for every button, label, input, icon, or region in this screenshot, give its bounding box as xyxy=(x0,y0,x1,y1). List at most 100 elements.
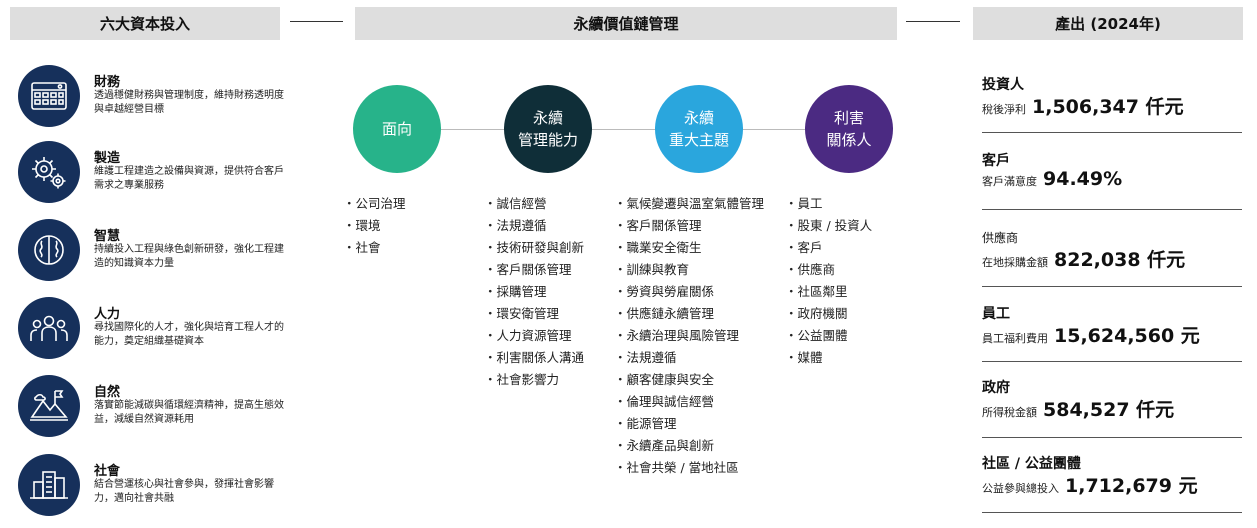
circle-label: 關係人 xyxy=(826,131,872,149)
circle-label: 永續 xyxy=(532,109,563,127)
capital-desc: 落實節能減碳與循環經濟精神，提高生態效益，減緩自然資源耗用 xyxy=(94,400,284,425)
output-metric: 稅後淨利 1,506,347 仟元 xyxy=(982,92,1184,119)
capital-title: 社會 xyxy=(94,464,121,479)
output-metric: 公益參與總投入 1,712,679 元 xyxy=(982,471,1198,498)
inputs-header: 六大資本投入 xyxy=(10,7,280,40)
output-value: 822,038 仟元 xyxy=(1054,249,1186,271)
list-item: 誠信經營 xyxy=(484,193,584,215)
list-item: 供應商 xyxy=(785,259,872,281)
list-item: 訓練與教育 xyxy=(614,259,764,281)
calculator-icon xyxy=(18,65,80,127)
capital-desc: 維護工程建造之設備與資源，提供符合客戶需求之專業服務 xyxy=(94,166,284,191)
list-item: 社會 xyxy=(343,237,406,259)
circle-connector xyxy=(400,129,860,130)
list-item: 環境 xyxy=(343,215,406,237)
list-item: 客戶關係管理 xyxy=(614,215,764,237)
capital-desc: 透過穩健財務與管理制度，維持財務透明度與卓越經營目標 xyxy=(94,90,284,115)
list-item: 能源管理 xyxy=(614,413,764,435)
capital-title: 智慧 xyxy=(94,229,121,244)
capital-desc: 持續投入工程與綠色創新研發，強化工程建造的知識資本力量 xyxy=(94,244,284,269)
list-item: 採購管理 xyxy=(484,281,584,303)
list-item: 人力資源管理 xyxy=(484,325,584,347)
output-divider xyxy=(982,512,1242,513)
circle-aspects: 面向 xyxy=(353,85,441,173)
list-item: 股東 / 投資人 xyxy=(785,215,873,237)
list-item: 永續產品與創新 xyxy=(614,435,764,457)
list-item: 技術研發與創新 xyxy=(484,237,585,259)
list-item: 社區鄰里 xyxy=(785,281,872,303)
capital-human: 人力 尋找國際化的人才，強化與培育工程人才的能力，奠定組織基礎資本 xyxy=(18,297,290,361)
list-item: 公益團體 xyxy=(785,325,872,347)
output-metric: 客戶滿意度 94.49% xyxy=(982,168,1122,190)
list-item: 公司治理 xyxy=(343,193,406,215)
list-item: 氣候變遷與溫室氣體管理 xyxy=(614,193,765,215)
output-metric: 所得稅金額 584,527 仟元 xyxy=(982,395,1174,422)
list-item: 顧客健康與安全 xyxy=(614,369,764,391)
list-item: 法規遵循 xyxy=(484,215,584,237)
output-label: 所得稅金額 xyxy=(982,406,1037,419)
output-label: 稅後淨利 xyxy=(982,103,1026,116)
capital-desc: 尋找國際化的人才，強化與培育工程人才的能力，奠定組織基礎資本 xyxy=(94,322,284,347)
list-item: 媒體 xyxy=(785,347,872,369)
output-value: 1,506,347 仟元 xyxy=(1032,96,1184,118)
output-label: 在地採購金額 xyxy=(982,256,1048,269)
list-item: 社會共榮 / 當地社區 xyxy=(614,457,764,479)
inputs-header-label: 六大資本投入 xyxy=(99,15,190,33)
output-name: 政府 xyxy=(982,380,1010,396)
capital-desc: 結合營運核心與社會參與，發揮社會影響力，邁向社會共融 xyxy=(94,479,274,504)
list-item: 社會影響力 xyxy=(484,369,584,391)
topics-list: 氣候變遷與溫室氣體管理客戶關係管理職業安全衛生訓練與教育勞資與勞雇關係供應鏈永續… xyxy=(614,193,765,479)
aspects-list: 公司治理環境社會 xyxy=(343,193,406,259)
list-item: 倫理與誠信經營 xyxy=(614,391,764,413)
output-divider xyxy=(982,132,1242,133)
output-value: 1,712,679 元 xyxy=(1065,475,1198,497)
list-item: 員工 xyxy=(785,193,872,215)
output-name: 投資人 xyxy=(982,77,1024,93)
output-divider xyxy=(982,361,1242,362)
list-item: 法規遵循 xyxy=(614,347,764,369)
list-item: 職業安全衛生 xyxy=(614,237,764,259)
output-label: 員工福利費用 xyxy=(982,332,1048,345)
output-value: 15,624,560 元 xyxy=(1054,325,1200,347)
buildings-icon xyxy=(18,454,80,516)
output-divider xyxy=(982,437,1242,438)
capital-title: 自然 xyxy=(94,385,121,400)
output-name: 社區 / 公益團體 xyxy=(982,456,1081,472)
capital-social: 社會 結合營運核心與社會參與，發揮社會影響力，邁向社會共融 xyxy=(18,454,290,518)
output-name: 客戶 xyxy=(982,153,1010,169)
outputs-panel: 投資人 稅後淨利 1,506,347 仟元 客戶 客戶滿意度 94.49% 供應商 在地採購金… xyxy=(982,0,1242,528)
mountain-icon xyxy=(18,375,80,437)
circle-label: 管理能力 xyxy=(517,131,578,149)
capital-title: 製造 xyxy=(94,151,121,166)
connector-line-left xyxy=(290,21,343,22)
circle-label: 永續 xyxy=(683,109,714,127)
circle-label: 利害 xyxy=(833,109,864,127)
output-label: 客戶滿意度 xyxy=(982,175,1037,188)
output-metric: 員工福利費用 15,624,560 元 xyxy=(982,321,1200,348)
output-name: 供應商 xyxy=(982,231,1019,245)
capital-financial: 財務 透過穩健財務與管理制度，維持財務透明度與卓越經營目標 xyxy=(18,65,290,129)
stakeholders-list: 員工股東 / 投資人客戶供應商社區鄰里政府機關公益團體媒體 xyxy=(785,193,873,369)
brain-icon xyxy=(18,219,80,281)
list-item: 利害關係人溝通 xyxy=(484,347,585,369)
list-item: 環安衛管理 xyxy=(484,303,584,325)
output-divider xyxy=(982,209,1242,210)
circle-label: 重大主題 xyxy=(668,131,729,149)
connector-line-right xyxy=(906,21,960,22)
gears-icon xyxy=(18,141,80,203)
list-item: 勞資與勞雇關係 xyxy=(614,281,764,303)
output-value: 94.49% xyxy=(1043,168,1123,190)
circle-label: 面向 xyxy=(381,120,412,138)
list-item: 供應鏈永續管理 xyxy=(614,303,764,325)
circle-management-capability: 永續 管理能力 xyxy=(504,85,592,173)
circle-material-topics: 永續 重大主題 xyxy=(655,85,743,173)
capital-manufacturing: 製造 維護工程建造之設備與資源，提供符合客戶需求之專業服務 xyxy=(18,141,290,205)
output-metric: 在地採購金額 822,038 仟元 xyxy=(982,245,1185,272)
circle-stakeholders: 利害 關係人 xyxy=(805,85,893,173)
output-label: 公益參與總投入 xyxy=(982,482,1059,495)
capital-intellectual: 智慧 持續投入工程與綠色創新研發，強化工程建造的知識資本力量 xyxy=(18,219,290,283)
output-name: 員工 xyxy=(982,306,1010,322)
value-chain-header-label: 永續價值鏈管理 xyxy=(573,15,679,33)
capabilities-list: 誠信經營法規遵循技術研發與創新客戶關係管理採購管理環安衛管理人力資源管理利害關係… xyxy=(484,193,585,391)
capital-natural: 自然 落實節能減碳與循環經濟精神，提高生態效益，減緩自然資源耗用 xyxy=(18,375,290,439)
